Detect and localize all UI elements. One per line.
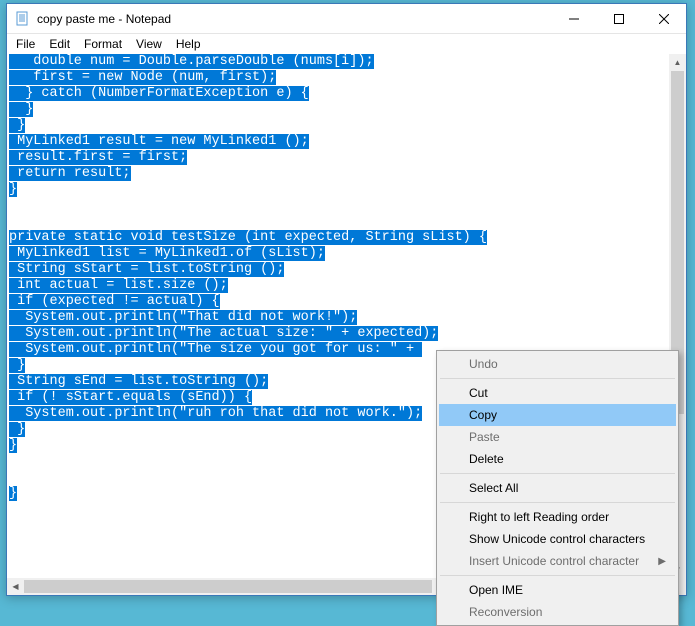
context-separator: [440, 473, 675, 474]
menu-file[interactable]: File: [9, 35, 42, 53]
scroll-up-button[interactable]: ▲: [669, 54, 686, 71]
context-open-ime[interactable]: Open IME: [439, 579, 676, 601]
context-undo-label: Undo: [469, 357, 498, 371]
context-cut[interactable]: Cut: [439, 382, 676, 404]
window-title: copy paste me - Notepad: [37, 12, 551, 26]
submenu-arrow-icon: ▶: [658, 556, 666, 567]
menubar: File Edit Format View Help: [7, 34, 686, 54]
horizontal-scroll-thumb[interactable]: [24, 580, 432, 593]
context-separator: [440, 502, 675, 503]
context-undo[interactable]: Undo: [439, 353, 676, 375]
context-delete[interactable]: Delete: [439, 448, 676, 470]
minimize-button[interactable]: [551, 4, 596, 33]
window-controls: [551, 4, 686, 33]
context-separator: [440, 575, 675, 576]
context-reconversion-label: Reconversion: [469, 605, 542, 619]
context-cut-label: Cut: [469, 386, 488, 400]
close-button[interactable]: [641, 4, 686, 33]
context-show-unicode[interactable]: Show Unicode control characters: [439, 528, 676, 550]
context-select-all[interactable]: Select All: [439, 477, 676, 499]
titlebar[interactable]: copy paste me - Notepad: [7, 4, 686, 34]
menu-format[interactable]: Format: [77, 35, 129, 53]
context-open-ime-label: Open IME: [469, 583, 523, 597]
context-paste-label: Paste: [469, 430, 500, 444]
context-rtl-label: Right to left Reading order: [469, 510, 609, 524]
context-select-all-label: Select All: [469, 481, 518, 495]
context-show-unicode-label: Show Unicode control characters: [469, 532, 645, 546]
context-insert-unicode-label: Insert Unicode control character: [469, 554, 639, 568]
menu-view[interactable]: View: [129, 35, 169, 53]
context-insert-unicode[interactable]: Insert Unicode control character ▶: [439, 550, 676, 572]
menu-edit[interactable]: Edit: [42, 35, 77, 53]
context-reconversion[interactable]: Reconversion: [439, 601, 676, 623]
context-delete-label: Delete: [469, 452, 504, 466]
menu-help[interactable]: Help: [169, 35, 208, 53]
context-paste[interactable]: Paste: [439, 426, 676, 448]
context-copy-label: Copy: [469, 408, 497, 422]
maximize-button[interactable]: [596, 4, 641, 33]
context-separator: [440, 378, 675, 379]
scroll-left-button[interactable]: ◀: [7, 578, 24, 595]
context-menu: Undo Cut Copy Paste Delete Select All Ri…: [436, 350, 679, 626]
app-icon: [15, 11, 31, 27]
context-rtl[interactable]: Right to left Reading order: [439, 506, 676, 528]
context-copy[interactable]: Copy: [439, 404, 676, 426]
